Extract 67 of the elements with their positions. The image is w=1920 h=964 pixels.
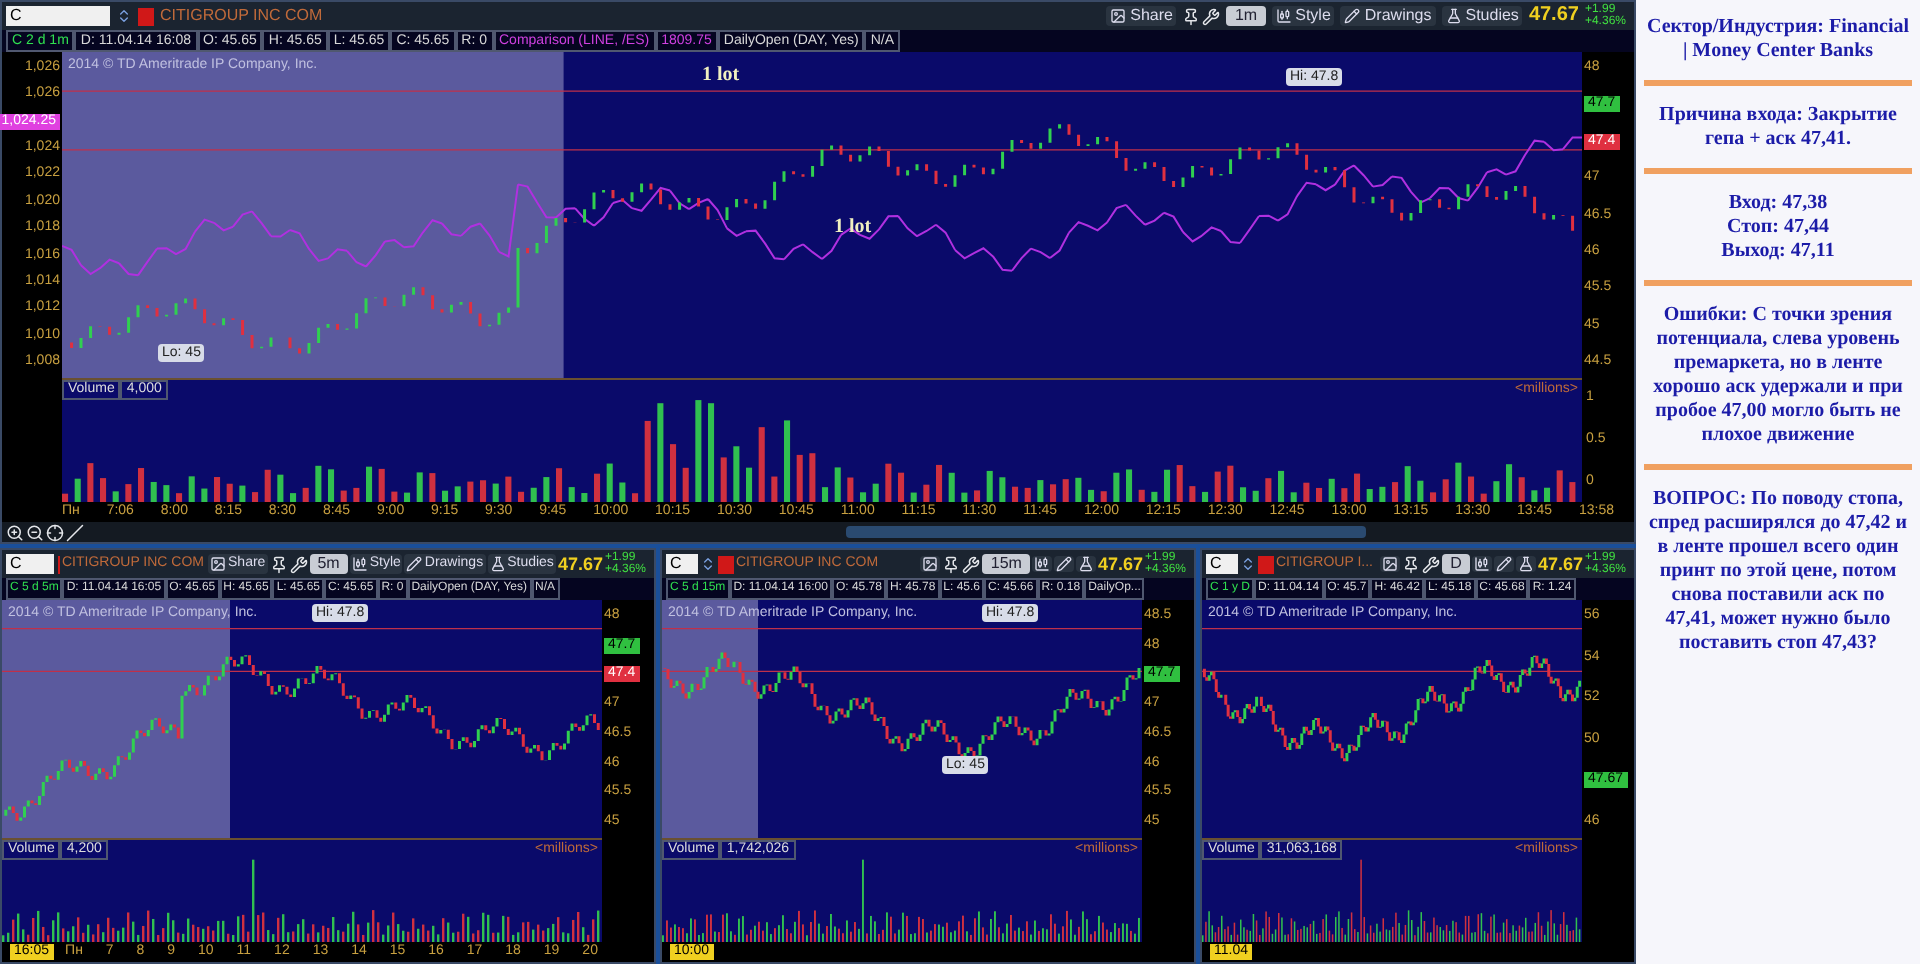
line-tool-icon[interactable]	[66, 523, 84, 541]
note-text: Сектор/Индустрия: Financial | Money Center Banks	[1645, 14, 1911, 64]
zoom-in-icon[interactable]	[6, 523, 24, 541]
style-icon	[1473, 556, 1490, 572]
alert-icon[interactable]	[718, 555, 734, 573]
studies-icon	[489, 556, 506, 572]
note-text: Причина входа: Закрытие гепа + аск 47,41.	[1657, 102, 1899, 152]
share-icon	[1110, 8, 1127, 24]
annotation-text: 1 lot	[702, 62, 740, 90]
interval-button[interactable]: 5m	[309, 554, 348, 574]
last-price: 47.67	[1097, 552, 1143, 576]
symbol-field[interactable]: C	[666, 554, 698, 574]
pin-icon[interactable]	[942, 555, 961, 573]
share-button[interactable]	[1380, 556, 1401, 572]
wrench-icon[interactable]	[1202, 7, 1221, 25]
drawings-button[interactable]	[1053, 556, 1074, 572]
studies-button[interactable]: Studies	[1441, 6, 1523, 26]
share-icon	[922, 556, 939, 572]
symbol-field[interactable]: C	[1206, 554, 1238, 574]
style-button[interactable]	[1031, 556, 1052, 572]
last-price: 47.67	[1537, 552, 1583, 576]
style-button[interactable]	[1471, 556, 1492, 572]
last-price: 47.67	[1528, 4, 1579, 28]
drawings-button[interactable]: Drawings	[1340, 6, 1436, 26]
pin-icon[interactable]	[1182, 7, 1201, 25]
style-icon	[1275, 8, 1292, 24]
scrollbar[interactable]	[846, 526, 1366, 538]
share-icon	[210, 556, 227, 572]
interval-button[interactable]: 1m	[1226, 6, 1266, 26]
note-text: Вход: 47,38 Стоп: 47,44 Выход: 47,11	[1719, 190, 1837, 264]
pin-icon[interactable]	[1402, 555, 1421, 573]
drawings-icon	[1055, 556, 1072, 572]
crosshair-icon[interactable]	[46, 523, 64, 541]
spinner-icon[interactable]	[1240, 554, 1256, 574]
symbol-field[interactable]: C	[6, 6, 110, 26]
studies-button[interactable]	[1075, 556, 1096, 572]
style-button[interactable]: Style	[1271, 6, 1335, 26]
studies-icon	[1445, 8, 1462, 24]
wrench-icon[interactable]	[289, 555, 308, 573]
zoom-out-icon[interactable]	[26, 523, 44, 541]
alert-icon[interactable]	[138, 7, 154, 25]
annotation-text: 1 lot	[834, 214, 872, 242]
alert-icon[interactable]	[1258, 555, 1274, 573]
symbol-field[interactable]: C	[6, 554, 54, 574]
interval-button[interactable]: D	[1442, 554, 1470, 574]
note-text: ВОПРОС: По поводу стопа, спред расширялся до 47,42 и в ленте прошел всего один принт по этой цене, потом снова поставили аск по 47,41, может нужно было поставить стоп 47,43?	[1646, 486, 1910, 656]
wrench-icon[interactable]	[962, 555, 981, 573]
spinner-icon[interactable]	[116, 6, 132, 26]
style-icon	[1033, 556, 1050, 572]
drawings-button[interactable]	[1493, 556, 1514, 572]
studies-icon	[1517, 556, 1534, 572]
company-name: CITIGROUP INC COM	[160, 4, 323, 28]
share-button[interactable]	[920, 556, 941, 572]
share-button[interactable]: Share	[1106, 6, 1177, 26]
studies-icon	[1077, 556, 1094, 572]
drawings-icon	[1495, 556, 1512, 572]
wrench-icon[interactable]	[1422, 555, 1441, 573]
drawings-icon	[1344, 8, 1361, 24]
interval-button[interactable]: 15m	[982, 554, 1030, 574]
last-price: 47.67	[557, 552, 603, 576]
spinner-icon[interactable]	[700, 554, 716, 574]
style-icon	[351, 556, 368, 572]
drawings-icon	[406, 556, 423, 572]
share-icon	[1382, 556, 1399, 572]
pin-icon[interactable]	[269, 555, 288, 573]
note-text: Ошибки: С точки зрения потенциала, слева уровень премаркета, но в ленте хорошо аск удержали и при пробое 47,00 могло быть не плохое движение	[1651, 302, 1905, 448]
studies-button[interactable]	[1515, 556, 1536, 572]
